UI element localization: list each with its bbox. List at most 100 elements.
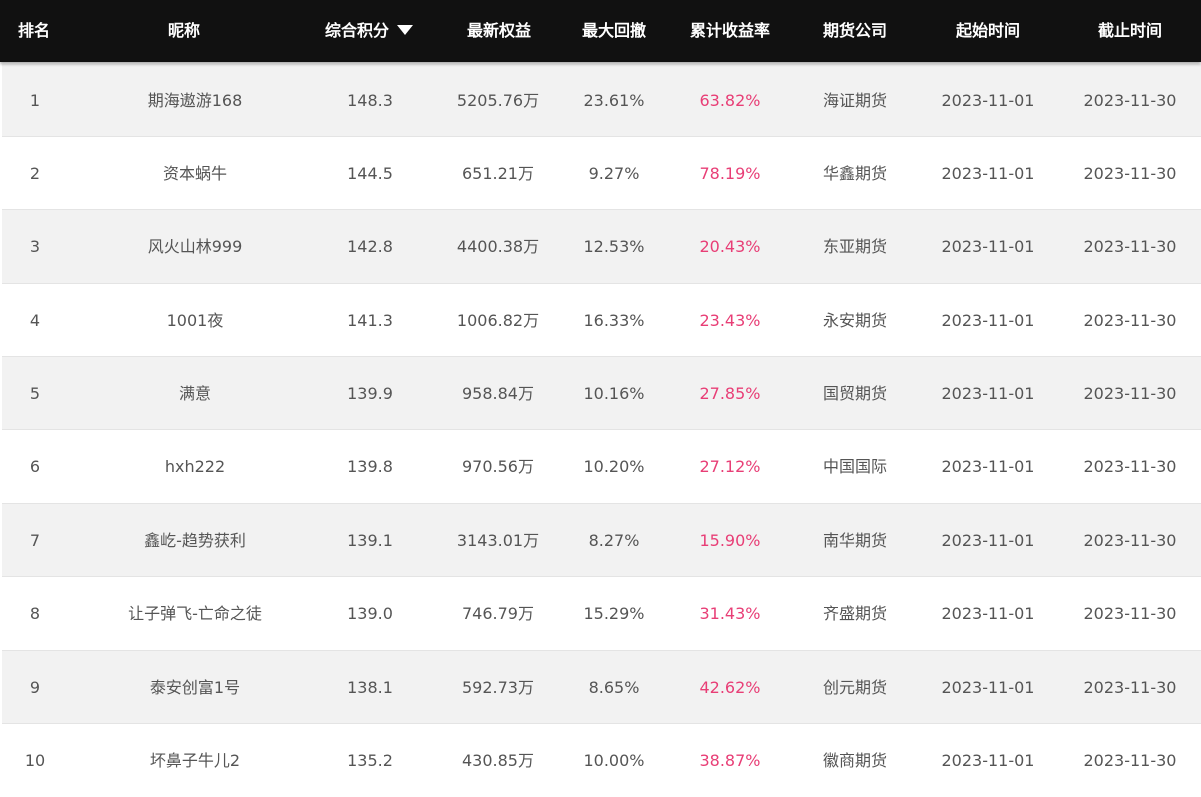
table-row[interactable]: 1 期海遨游168 148.3 5205.76万 23.61% 63.82% 海证期货 202… [2, 64, 1201, 137]
cell-broker: 海证期货 [822, 91, 887, 110]
cell-rank: 3 [29, 237, 41, 256]
cell-rank: 5 [29, 384, 41, 403]
table-row[interactable]: 3 风火山林999 142.8 4400.38万 12.53% 20.43% 东亚期货 202… [2, 210, 1201, 283]
cell-end-time: 2023-11-30 [1083, 531, 1177, 550]
cell-return-rate: 20.43% [699, 237, 761, 256]
header-nickname[interactable]: 昵称 [84, 0, 284, 62]
cell-drawdown: 10.00% [583, 751, 645, 770]
cell-start-time: 2023-11-01 [941, 164, 1035, 183]
cell-nickname[interactable]: 资本蜗牛 [84, 137, 306, 210]
cell-equity: 1006.82万 [456, 311, 540, 330]
sort-caret-down-icon[interactable] [397, 25, 413, 35]
cell-start-time: 2023-11-01 [941, 751, 1035, 770]
cell-return-rate: 38.87% [699, 751, 761, 770]
cell-return-rate: 42.62% [699, 678, 761, 697]
cell-nickname[interactable]: 1001夜 [84, 284, 306, 357]
cell-rank: 1 [29, 91, 41, 110]
row-divider [2, 650, 1201, 651]
cell-drawdown: 9.27% [588, 164, 640, 183]
cell-equity: 592.73万 [462, 678, 534, 697]
header-equity[interactable]: 最新权益 [440, 0, 558, 62]
cell-start-time: 2023-11-01 [941, 384, 1035, 403]
cell-broker: 东亚期货 [822, 237, 887, 256]
cell-start-time: 2023-11-01 [941, 678, 1035, 697]
cell-rank: 4 [29, 311, 41, 330]
cell-nickname[interactable]: 泰安创富1号 [84, 651, 306, 724]
cell-start-time: 2023-11-01 [941, 237, 1035, 256]
cell-return-rate: 27.85% [699, 384, 761, 403]
cell-start-time: 2023-11-01 [941, 311, 1035, 330]
cell-score: 139.8 [347, 457, 393, 476]
cell-rank: 9 [29, 678, 41, 697]
row-divider [2, 576, 1201, 577]
table-row[interactable]: 7 鑫屹-趋势获利 139.1 3143.01万 8.27% 15.90% 南华期货 2023… [2, 504, 1201, 577]
header-end-time[interactable]: 截止时间 [1062, 0, 1198, 62]
cell-nickname[interactable]: 满意 [84, 357, 306, 430]
cell-return-rate: 78.19% [699, 164, 761, 183]
row-divider [2, 136, 1201, 137]
cell-broker: 华鑫期货 [822, 164, 887, 183]
cell-rank: 8 [29, 604, 41, 623]
header-start-time[interactable]: 起始时间 [920, 0, 1056, 62]
cell-return-rate: 15.90% [699, 531, 761, 550]
cell-nickname[interactable]: 期海遨游168 [84, 64, 306, 137]
table-row[interactable]: 6 hxh222 139.8 970.56万 10.20% 27.12% 中国国际 2023-… [2, 430, 1201, 503]
cell-end-time: 2023-11-30 [1083, 604, 1177, 623]
table-row[interactable]: 8 让子弹飞-亡命之徒 139.0 746.79万 15.29% 31.43% 齐盛期货 20… [2, 577, 1201, 650]
table-row[interactable]: 2 资本蜗牛 144.5 651.21万 9.27% 78.19% 华鑫期货 2023-11-… [2, 137, 1201, 210]
cell-drawdown: 8.27% [588, 531, 640, 550]
cell-equity: 970.56万 [462, 457, 534, 476]
cell-rank: 2 [29, 164, 41, 183]
table-row[interactable]: 4 1001夜 141.3 1006.82万 16.33% 23.43% 永安期货 2023-… [2, 284, 1201, 357]
table-header: 排名 昵称 综合积分 最新权益 最大回撤 累计收益率 期货公司 起始时间 截止时… [0, 0, 1201, 62]
row-divider [2, 283, 1201, 284]
cell-drawdown: 8.65% [588, 678, 640, 697]
table-row[interactable]: 5 满意 139.9 958.84万 10.16% 27.85% 国贸期货 2023-11-0… [2, 357, 1201, 430]
cell-start-time: 2023-11-01 [941, 457, 1035, 476]
header-score-label[interactable]: 综合积分 [325, 21, 389, 40]
ranking-table: 排名 昵称 综合积分 最新权益 最大回撤 累计收益率 期货公司 起始时间 截止时… [0, 0, 1201, 797]
cell-rank: 7 [29, 531, 41, 550]
cell-equity: 746.79万 [462, 604, 534, 623]
cell-drawdown: 16.33% [583, 311, 645, 330]
cell-return-rate: 27.12% [699, 457, 761, 476]
header-broker[interactable]: 期货公司 [800, 0, 910, 62]
row-divider [2, 209, 1201, 210]
cell-broker: 中国国际 [822, 457, 887, 476]
row-divider [2, 429, 1201, 430]
cell-end-time: 2023-11-30 [1083, 384, 1177, 403]
row-divider [2, 356, 1201, 357]
cell-start-time: 2023-11-01 [941, 531, 1035, 550]
cell-nickname[interactable]: hxh222 [84, 430, 306, 503]
header-rank[interactable]: 排名 [0, 0, 68, 62]
header-score[interactable]: 综合积分 [296, 0, 442, 62]
cell-drawdown: 12.53% [583, 237, 645, 256]
cell-end-time: 2023-11-30 [1083, 237, 1177, 256]
header-return-rate[interactable]: 累计收益率 [670, 0, 790, 62]
cell-broker: 南华期货 [822, 531, 887, 550]
cell-nickname[interactable]: 鑫屹-趋势获利 [84, 504, 306, 577]
row-divider [2, 503, 1201, 504]
cell-score: 148.3 [347, 91, 393, 110]
header-drawdown[interactable]: 最大回撤 [562, 0, 666, 62]
cell-return-rate: 31.43% [699, 604, 761, 623]
table-row[interactable]: 10 坏鼻子牛儿2 135.2 430.85万 10.00% 38.87% 徽商期货 2023… [2, 724, 1201, 797]
cell-drawdown: 15.29% [583, 604, 645, 623]
cell-nickname[interactable]: 坏鼻子牛儿2 [84, 724, 306, 797]
cell-equity: 3143.01万 [456, 531, 540, 550]
cell-score: 138.1 [347, 678, 393, 697]
cell-broker: 永安期货 [822, 311, 887, 330]
cell-equity: 958.84万 [462, 384, 534, 403]
row-divider [2, 723, 1201, 724]
cell-nickname[interactable]: 风火山林999 [84, 210, 306, 283]
cell-score: 139.1 [347, 531, 393, 550]
cell-nickname[interactable]: 让子弹飞-亡命之徒 [84, 577, 306, 650]
cell-broker: 国贸期货 [822, 384, 887, 403]
table-row[interactable]: 9 泰安创富1号 138.1 592.73万 8.65% 42.62% 创元期货 2023-1… [2, 651, 1201, 724]
cell-return-rate: 63.82% [699, 91, 761, 110]
cell-start-time: 2023-11-01 [941, 604, 1035, 623]
cell-end-time: 2023-11-30 [1083, 164, 1177, 183]
cell-return-rate: 23.43% [699, 311, 761, 330]
cell-score: 135.2 [347, 751, 393, 770]
cell-end-time: 2023-11-30 [1083, 311, 1177, 330]
